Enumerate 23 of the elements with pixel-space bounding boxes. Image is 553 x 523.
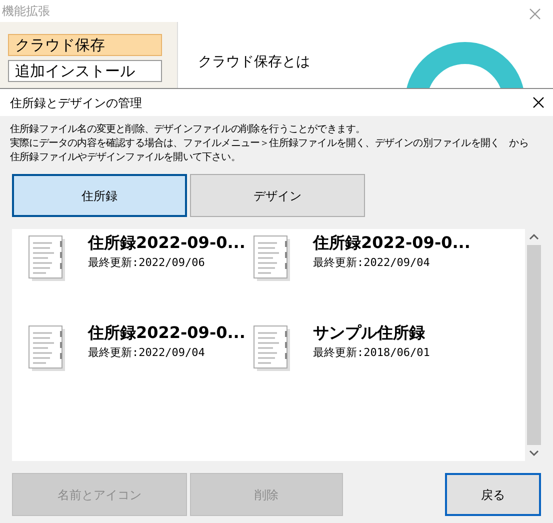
- file-name[interactable]: サンプル住所録: [313, 321, 430, 345]
- tab[interactable]: デザイン: [190, 174, 365, 217]
- updated-date: 最終更新:2022/09/04: [88, 345, 206, 361]
- file-icon: [253, 325, 293, 373]
- tab[interactable]: 住所録: [12, 174, 187, 217]
- action-button[interactable]: 戻る: [445, 473, 541, 516]
- sidebar-item[interactable]: クラウド保存: [8, 34, 162, 56]
- updated-date: 最終更新:2022/09/06: [88, 255, 206, 271]
- window-title: 機能拡張: [2, 3, 50, 20]
- scroll-thumb[interactable]: [527, 245, 541, 445]
- file-icon: [28, 325, 68, 373]
- file-icon: [253, 235, 293, 283]
- content-heading: クラウド保存とは: [198, 53, 310, 72]
- close-icon[interactable]: [533, 97, 544, 108]
- file-name[interactable]: 住所録2022-09-0...: [88, 231, 246, 255]
- description-text: 住所録ファイル名の変更と削除、デザインファイルの削除を行うことができます。 実際にデータの内容を確認する場合は、ファイルメニュー＞住所録ファイルを開く、デザインの別ファイルを開く から 住所録ファイルやデザインファイルを開いて下さい。: [9, 122, 530, 165]
- dialog-title: 住所録とデザインの管理: [10, 94, 142, 112]
- updated-date: 最終更新:2018/06/01: [313, 345, 430, 361]
- file-name[interactable]: 住所録2022-09-0...: [313, 231, 470, 255]
- file-name[interactable]: 住所録2022-09-0...: [88, 321, 246, 345]
- sidebar-item[interactable]: 追加インストール: [8, 60, 162, 82]
- file-icon: [28, 235, 68, 283]
- updated-date: 最終更新:2022/09/04: [313, 255, 431, 271]
